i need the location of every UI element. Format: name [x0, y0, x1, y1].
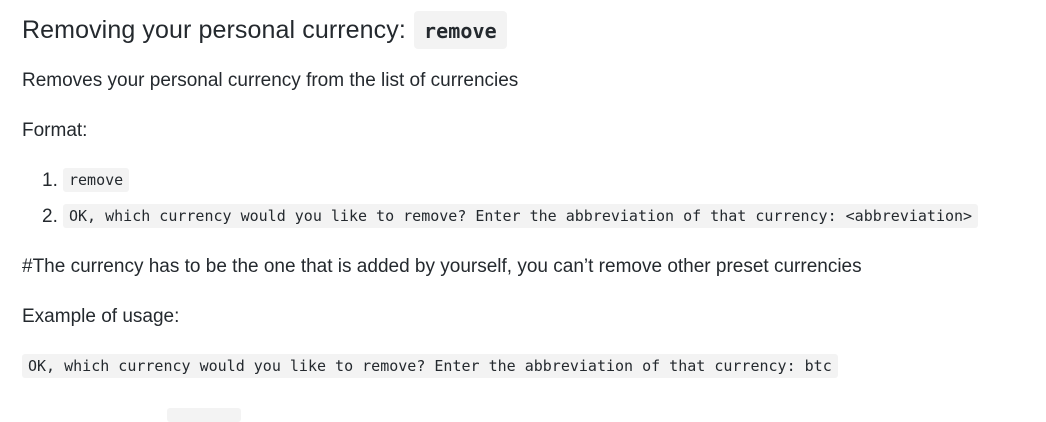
section-heading-code: remove [413, 11, 507, 49]
example-label: Example of usage: [22, 306, 180, 327]
section-heading: Removing your personal currency: remove [22, 10, 507, 50]
note-paragraph: #The currency has to be the one that is … [22, 256, 862, 277]
inline-code: OK, which currency would you like to rem… [63, 204, 979, 228]
partial-inline-code [167, 408, 241, 422]
format-label: Format: [22, 120, 88, 141]
list-item-number: 1. [42, 170, 58, 191]
description-paragraph: Removes your personal currency from the … [22, 70, 519, 91]
example-code: OK, which currency would you like to rem… [22, 354, 838, 378]
inline-code: remove [63, 168, 130, 192]
list-item-number: 2. [42, 206, 58, 227]
section-heading-text: Removing your personal currency: [22, 15, 406, 44]
